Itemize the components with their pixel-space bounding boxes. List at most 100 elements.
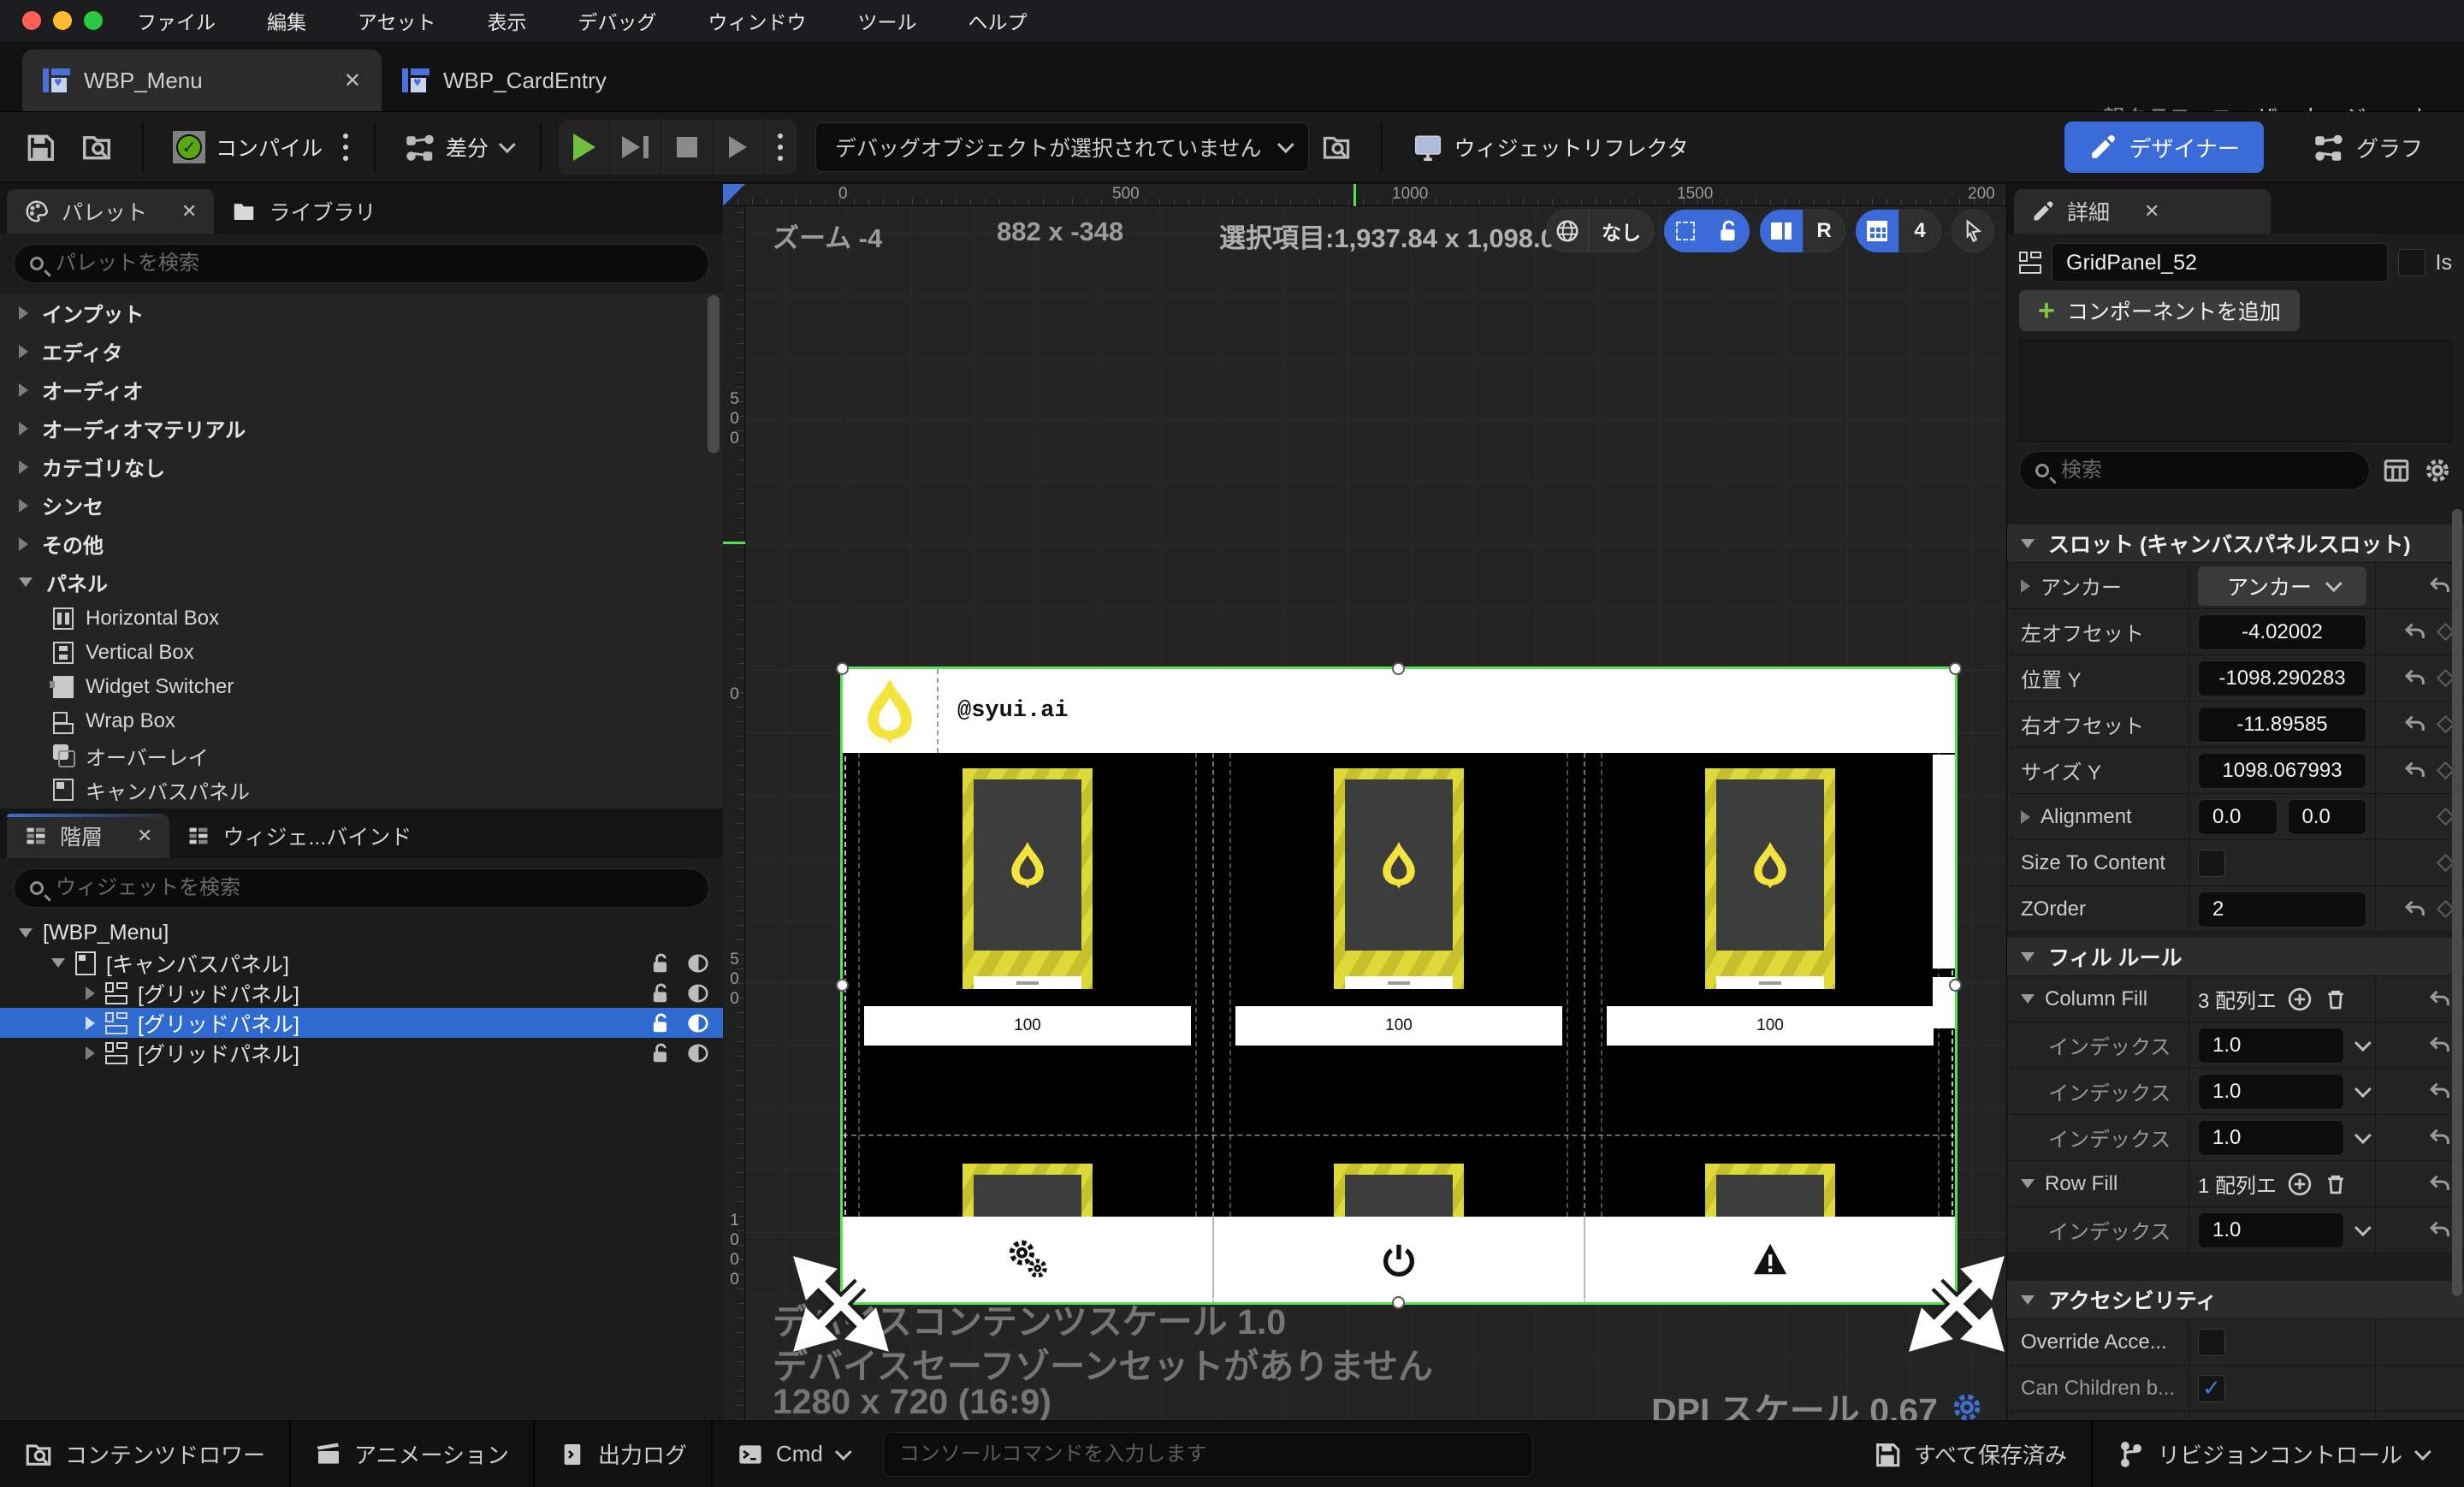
save-status-button[interactable]: すべて保存済み	[1849, 1421, 2091, 1487]
designer-mode-button[interactable]: デザイナー	[2064, 121, 2264, 173]
reset-icon[interactable]	[2428, 574, 2452, 598]
lock-icon[interactable]	[649, 1042, 672, 1064]
resize-arrows-icon[interactable]	[1905, 1253, 2006, 1355]
size-to-content-checkbox[interactable]	[2198, 850, 2225, 877]
trash-icon[interactable]	[2323, 1171, 2348, 1197]
power-button[interactable]	[1214, 1217, 1585, 1302]
widget-reflector-button[interactable]: ウィジェットリフレクタ	[1400, 120, 1701, 175]
reset-icon[interactable]	[2403, 666, 2427, 690]
reset-icon[interactable]	[2428, 1126, 2452, 1150]
right-offset-input[interactable]: -11.89585	[2198, 707, 2366, 743]
content-drawer-button[interactable]: コンテンツドロワー	[0, 1421, 289, 1487]
section-accessibility[interactable]: アクセシビリティ	[2007, 1281, 2464, 1319]
palette-item-wrap-box[interactable]: Wrap Box	[0, 704, 723, 738]
animation-button[interactable]: アニメーション	[291, 1421, 533, 1487]
tab-library[interactable]: ライブラリ	[214, 189, 393, 234]
close-tab-icon[interactable]: ✕	[2144, 200, 2159, 222]
r-button[interactable]: R	[1803, 210, 1845, 252]
debug-object-dropdown[interactable]: デバッグオブジェクトが選択されていません	[815, 122, 1309, 172]
revision-control-button[interactable]: リビジョンコントロール	[2093, 1421, 2450, 1487]
palette-category-audio[interactable]: オーディオ	[0, 370, 723, 409]
palette-category-input[interactable]: インプット	[0, 293, 723, 332]
chevron-down-icon[interactable]	[2354, 1219, 2372, 1236]
respect-locks-toggle[interactable]	[1760, 210, 1803, 252]
resize-handle[interactable]	[836, 662, 849, 675]
palette-category-uncategorized[interactable]: カテゴリなし	[0, 447, 723, 486]
menu-tools[interactable]: ツール	[858, 6, 917, 35]
console-command-input[interactable]	[899, 1443, 1517, 1466]
grid-snap-size[interactable]: 4	[1898, 210, 1941, 252]
palette-search-input[interactable]	[56, 252, 693, 275]
section-slot[interactable]: スロット (キャンバスパネルスロット)	[2007, 524, 2464, 563]
reset-icon[interactable]	[2403, 759, 2427, 783]
grid-snap-toggle[interactable]	[1856, 210, 1898, 252]
hierarchy-search[interactable]	[14, 868, 709, 908]
lock-icon[interactable]	[649, 982, 672, 1004]
dpi-settings-gear-icon[interactable]	[1950, 1390, 1984, 1420]
index-input[interactable]: 1.0	[2198, 1074, 2344, 1110]
add-component-button[interactable]: + コンポーネントを追加	[2019, 290, 2300, 331]
details-search-input[interactable]	[2061, 459, 2354, 483]
widget-preview[interactable]: @syui.ai 100 100	[843, 669, 1955, 1302]
palette-item-vertical-box[interactable]: Vertical Box	[0, 636, 723, 670]
graph-mode-button[interactable]: グラフ	[2298, 132, 2438, 163]
selection-outline-toggle[interactable]	[1664, 210, 1707, 252]
reset-icon[interactable]	[2403, 713, 2427, 737]
size-y-input[interactable]: 1098.067993	[2198, 753, 2366, 789]
designer-canvas[interactable]: 0 500 1000 1500 200 500 0 500 1000 ズーム -…	[723, 184, 2006, 1420]
chevron-down-icon[interactable]	[2354, 1127, 2372, 1144]
console-command[interactable]	[883, 1432, 1533, 1477]
tab-wbp-menu[interactable]: ♥ WBP_Menu ✕	[22, 50, 382, 111]
alignment-x-input[interactable]: 0.0	[2198, 799, 2277, 835]
menu-view[interactable]: 表示	[488, 6, 527, 35]
reset-icon[interactable]	[2428, 987, 2452, 1011]
menu-help[interactable]: ヘルプ	[968, 6, 1028, 35]
card[interactable]	[1705, 768, 1835, 989]
palette-category-editor[interactable]: エディタ	[0, 332, 723, 370]
can-children-checkbox[interactable]: ✓	[2198, 1375, 2225, 1402]
visibility-icon[interactable]	[687, 982, 709, 1004]
details-search[interactable]	[2019, 451, 2370, 490]
display-filter-icon[interactable]	[2382, 456, 2411, 485]
index-input[interactable]: 1.0	[2198, 1212, 2344, 1248]
menu-edit[interactable]: 編集	[267, 6, 306, 35]
frame-skip-button[interactable]	[610, 120, 661, 175]
position-y-input[interactable]: -1098.290283	[2198, 661, 2366, 696]
stop-button[interactable]	[661, 120, 713, 175]
anchor-dropdown[interactable]: アンカー	[2198, 566, 2366, 606]
close-tab-icon[interactable]: ✕	[181, 200, 197, 222]
window-controls[interactable]	[22, 11, 103, 30]
eject-button[interactable]	[713, 120, 764, 175]
save-button[interactable]	[12, 120, 68, 175]
details-scrollbar[interactable]	[2452, 509, 2462, 1296]
lock-icon[interactable]	[649, 952, 672, 975]
minimize-window-button[interactable]	[53, 11, 72, 30]
visibility-icon[interactable]	[687, 952, 709, 975]
localization-none-button[interactable]: なし	[1589, 210, 1654, 252]
tree-row-grid-panel-3[interactable]: [グリッドパネル]	[0, 1038, 723, 1068]
menu-debug[interactable]: デバッグ	[578, 6, 657, 35]
chevron-down-icon[interactable]	[2354, 1081, 2372, 1098]
palette-item-widget-switcher[interactable]: Widget Switcher	[0, 670, 723, 704]
menu-file[interactable]: ファイル	[137, 6, 216, 35]
tab-palette[interactable]: パレット ✕	[7, 189, 214, 234]
palette-category-other[interactable]: その他	[0, 524, 723, 563]
diff-button[interactable]: 差分	[393, 120, 523, 175]
left-offset-input[interactable]: -4.02002	[2198, 614, 2366, 650]
zorder-input[interactable]: 2	[2198, 892, 2366, 927]
palette-category-synth[interactable]: シンセ	[0, 486, 723, 524]
resize-handle[interactable]	[1392, 662, 1405, 675]
add-element-icon[interactable]	[2287, 1171, 2313, 1197]
card[interactable]	[962, 768, 1093, 989]
palette-category-panel[interactable]: パネル	[0, 563, 723, 601]
resize-handle[interactable]	[1392, 1296, 1405, 1309]
localization-preview-button[interactable]	[1546, 210, 1589, 252]
add-element-icon[interactable]	[2287, 986, 2313, 1012]
cmd-dropdown[interactable]: Cmd	[713, 1421, 871, 1487]
maximize-window-button[interactable]	[84, 11, 103, 30]
close-window-button[interactable]	[22, 11, 41, 30]
resize-handle[interactable]	[836, 979, 849, 992]
compile-options-button[interactable]	[335, 133, 357, 161]
palette-search[interactable]	[14, 244, 709, 283]
palette-scrollbar[interactable]	[708, 295, 720, 453]
